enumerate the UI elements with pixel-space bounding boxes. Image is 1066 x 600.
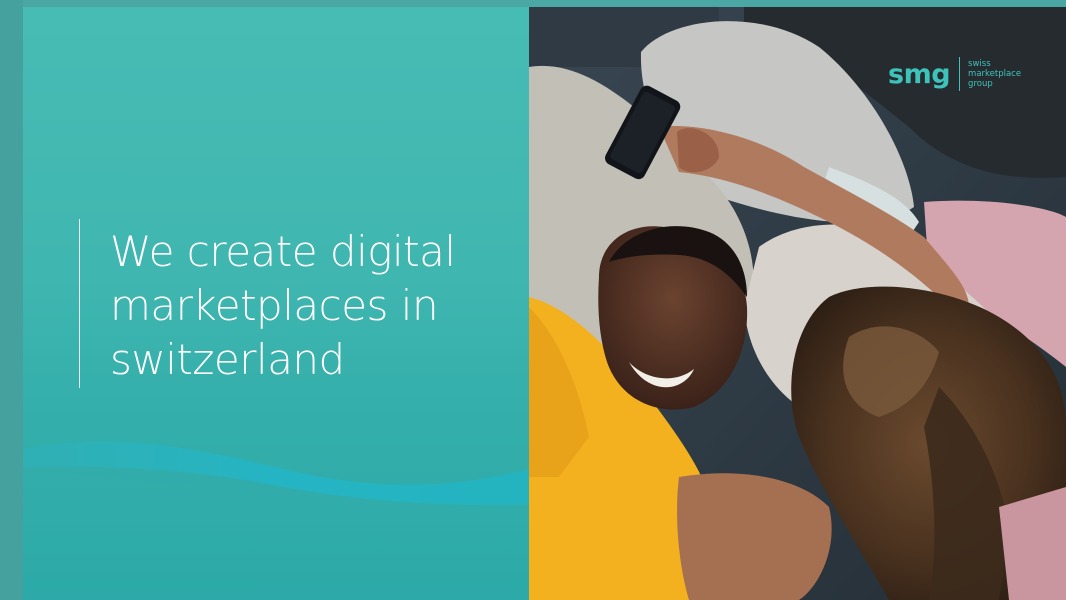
logo-text-line-3: group xyxy=(968,79,993,89)
hero-text-panel: We create digital marketplaces in switze… xyxy=(23,7,529,600)
headline: We create digital marketplaces in switze… xyxy=(80,219,490,387)
headline-line-1: We create digital xyxy=(110,227,456,276)
couple-relaxing-on-sofa-photo xyxy=(529,7,1066,600)
hero-photo xyxy=(529,7,1066,600)
top-border xyxy=(0,0,1066,7)
logo-text-line-1: swiss xyxy=(968,59,991,69)
logo-wordmark: swiss marketplace group xyxy=(968,59,1021,89)
logo-mark: smg xyxy=(888,58,951,90)
left-border xyxy=(0,0,23,600)
headline-block: We create digital marketplaces in switze… xyxy=(79,219,490,388)
logo-divider xyxy=(959,57,961,91)
logo-text-line-2: marketplace xyxy=(968,69,1022,79)
headline-line-2: marketplaces in xyxy=(110,281,439,330)
smg-logo[interactable]: smg swiss marketplace group xyxy=(888,56,1021,92)
headline-line-3: switzerland xyxy=(110,335,345,384)
